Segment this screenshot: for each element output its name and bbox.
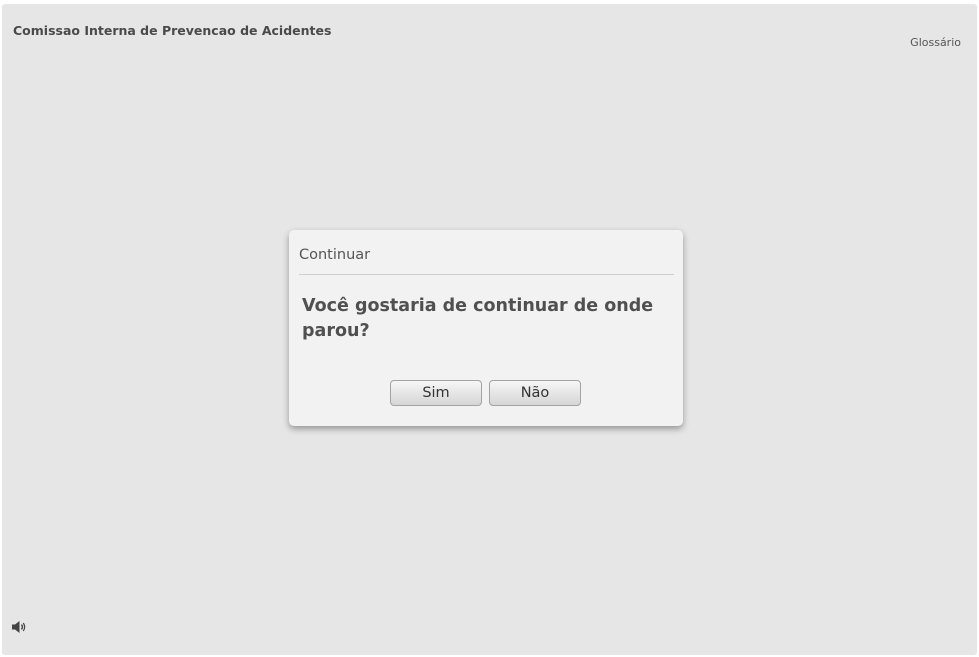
dialog-title: Continuar [299,247,371,263]
dialog-message: Você gostaria de continuar de onde parou… [302,296,654,341]
volume-button[interactable] [11,619,27,633]
glossary-link[interactable]: Glossário [910,36,961,49]
resume-dialog: Continuar Você gostaria de continuar de … [289,230,683,426]
no-button[interactable]: Não [489,380,581,406]
course-title: Comissao Interna de Prevencao de Acident… [13,23,332,38]
dialog-divider [299,274,674,275]
yes-button[interactable]: Sim [390,380,482,406]
speaker-icon [12,621,26,633]
player-window: Comissao Interna de Prevencao de Acident… [2,4,977,655]
